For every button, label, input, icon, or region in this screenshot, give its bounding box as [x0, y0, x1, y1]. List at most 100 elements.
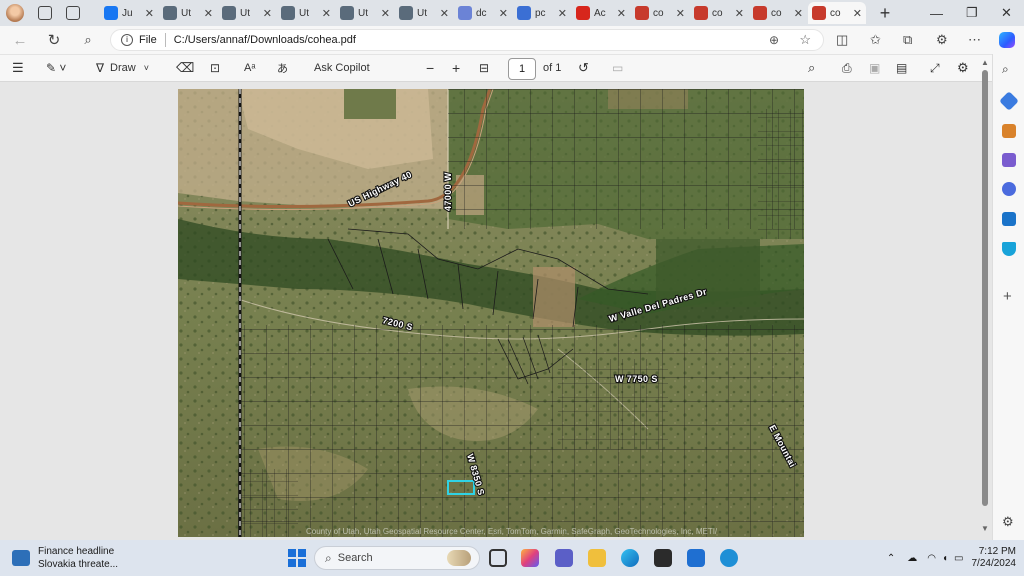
erase-icon[interactable]: ⌫: [176, 54, 194, 82]
restore-button[interactable]: ❐: [966, 0, 978, 26]
rotate-icon[interactable]: ↺: [578, 54, 589, 82]
highlight-icon[interactable]: ✎ ˅: [46, 54, 66, 82]
close-tab-icon[interactable]: ✕: [794, 7, 803, 20]
settings-app-icon[interactable]: [720, 549, 738, 567]
scroll-down-arrow[interactable]: ▼: [981, 524, 989, 533]
text-box-icon[interactable]: ⊡: [210, 54, 220, 82]
clock[interactable]: 7:12 PM 7/24/2024: [972, 546, 1017, 570]
wifi-icon[interactable]: ◠: [927, 553, 936, 564]
tab[interactable]: dc ✕: [454, 2, 512, 24]
tab[interactable]: Ac ✕: [572, 2, 630, 24]
tab[interactable]: Ut ✕: [218, 2, 276, 24]
close-tab-icon[interactable]: ✕: [558, 7, 567, 20]
search-placeholder: Search: [337, 552, 373, 564]
outlook-icon[interactable]: [1002, 212, 1016, 226]
add-sidebar-item-icon[interactable]: +: [1003, 288, 1012, 305]
save-as-icon[interactable]: ▤: [896, 54, 907, 82]
profile-avatar[interactable]: [6, 4, 24, 22]
new-tab-button[interactable]: +: [873, 3, 897, 24]
copilot-taskbar-icon[interactable]: [521, 549, 539, 567]
contents-icon[interactable]: ☰: [12, 54, 24, 82]
close-tab-icon[interactable]: ✕: [440, 7, 449, 20]
pdf-viewer[interactable]: US Highway 40 47000 W 7200 S W Valle Del…: [0, 82, 992, 540]
show-hidden-icons-icon[interactable]: ⌃: [887, 553, 895, 564]
start-button[interactable]: [288, 549, 306, 567]
weather-icon[interactable]: ☁: [907, 553, 917, 564]
fullscreen-icon[interactable]: ⤢: [930, 54, 940, 82]
extensions-icon[interactable]: ⚙: [936, 32, 948, 48]
taskbar-search[interactable]: ⌕ Search: [314, 546, 480, 570]
vertical-scrollbar[interactable]: ▲ ▼: [978, 58, 992, 536]
tab[interactable]: co ✕: [808, 2, 866, 24]
zoom-out-button[interactable]: −: [426, 54, 434, 82]
address-field[interactable]: i File C:/Users/annaf/Downloads/cohea.pd…: [110, 29, 824, 51]
fit-page-icon[interactable]: ⊟: [479, 54, 489, 82]
toolbox-icon[interactable]: [1002, 124, 1016, 138]
scrollbar-thumb[interactable]: [982, 70, 988, 506]
games-icon[interactable]: [1002, 153, 1016, 167]
edge-icon[interactable]: [621, 549, 639, 567]
print-icon[interactable]: ⎙: [842, 54, 852, 82]
tab[interactable]: Ut ✕: [395, 2, 453, 24]
page-number-input[interactable]: 1: [508, 58, 536, 80]
tab[interactable]: co ✕: [631, 2, 689, 24]
teams-icon[interactable]: [555, 549, 573, 567]
find-icon[interactable]: ⌕: [808, 54, 815, 82]
scroll-up-arrow[interactable]: ▲: [981, 58, 989, 67]
divider: [164, 33, 166, 47]
tag-icon[interactable]: [999, 91, 1019, 111]
close-window-button[interactable]: ✕: [1001, 0, 1012, 26]
favorite-star-icon[interactable]: ☆: [799, 32, 811, 48]
close-tab-icon[interactable]: ✕: [735, 7, 744, 20]
task-view-icon[interactable]: [489, 549, 507, 567]
tab[interactable]: pc ✕: [513, 2, 571, 24]
volume-icon[interactable]: ◖: [942, 553, 948, 564]
search-icon[interactable]: ⌕: [74, 32, 102, 48]
close-tab-icon[interactable]: ✕: [499, 7, 508, 20]
microsoft-365-icon[interactable]: [1002, 182, 1016, 196]
sidebar-settings-icon[interactable]: ⚙: [1002, 514, 1014, 530]
read-aloud-icon[interactable]: Aᵃ: [244, 54, 255, 82]
split-screen-icon[interactable]: ◫: [836, 32, 848, 48]
page-view-icon[interactable]: ▭: [612, 54, 623, 82]
draw-button[interactable]: ∇ Draw ˅: [96, 54, 149, 82]
tab[interactable]: Ut ✕: [159, 2, 217, 24]
settings-gear-icon[interactable]: ⚙: [957, 54, 969, 82]
tab[interactable]: Ut ✕: [277, 2, 335, 24]
favorites-icon[interactable]: ✩: [870, 32, 881, 48]
close-tab-icon[interactable]: ✕: [676, 7, 685, 20]
close-tab-icon[interactable]: ✕: [145, 7, 154, 20]
save-icon[interactable]: ▣: [869, 54, 880, 82]
store-icon[interactable]: [654, 549, 672, 567]
back-button[interactable]: ←: [6, 32, 34, 49]
close-tab-icon[interactable]: ✕: [263, 7, 272, 20]
info-icon[interactable]: i: [121, 34, 133, 46]
copilot-icon[interactable]: [999, 32, 1015, 48]
ask-copilot-button[interactable]: Ask Copilot: [314, 54, 370, 82]
news-widget[interactable]: Finance headline Slovakia threate...: [12, 545, 118, 571]
search-icon[interactable]: ⌕: [1002, 62, 1009, 77]
tab[interactable]: Ut ✕: [336, 2, 394, 24]
close-tab-icon[interactable]: ✕: [204, 7, 213, 20]
tab[interactable]: co ✕: [690, 2, 748, 24]
tab-actions-icon[interactable]: [66, 6, 80, 20]
file-explorer-icon[interactable]: [588, 549, 606, 567]
drop-icon[interactable]: [1002, 242, 1016, 256]
tab[interactable]: co ✕: [749, 2, 807, 24]
collections-icon[interactable]: ⧉: [903, 32, 912, 48]
translate-icon[interactable]: あ: [277, 54, 288, 82]
zoom-icon[interactable]: ⊕: [769, 33, 779, 47]
zoom-in-button[interactable]: +: [452, 54, 460, 82]
battery-icon[interactable]: ▭: [954, 553, 963, 564]
close-tab-icon[interactable]: ✕: [381, 7, 390, 20]
search-icon: [517, 6, 531, 20]
close-tab-icon[interactable]: ✕: [617, 7, 626, 20]
mcafee-icon[interactable]: [687, 549, 705, 567]
close-tab-icon[interactable]: ✕: [853, 7, 862, 20]
more-menu-icon[interactable]: ⋯: [968, 32, 981, 48]
tab[interactable]: Ju ✕: [100, 2, 158, 24]
close-tab-icon[interactable]: ✕: [322, 7, 331, 20]
refresh-button[interactable]: ↻: [40, 31, 68, 49]
workspaces-icon[interactable]: [38, 6, 52, 20]
minimize-button[interactable]: —: [930, 0, 943, 26]
